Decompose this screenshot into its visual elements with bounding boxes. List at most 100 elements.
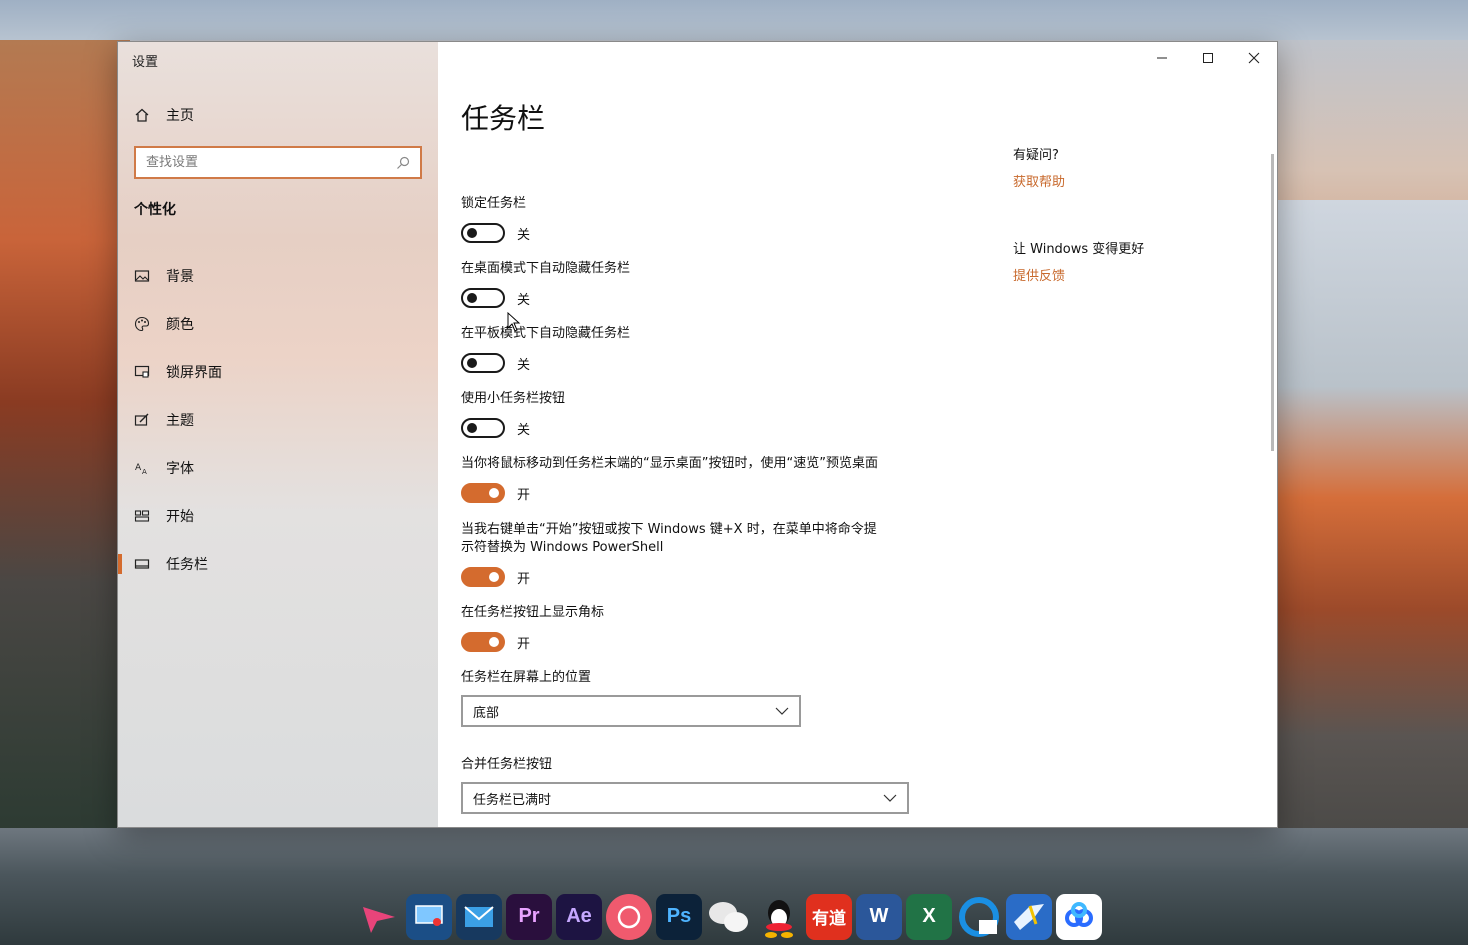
- position-label: 任务栏在屏幕上的位置: [461, 670, 592, 685]
- sidebar-item-start[interactable]: 开始: [118, 492, 438, 540]
- dropdown-value: 任务栏已满时: [473, 792, 552, 808]
- toggle-row-badges: 开: [461, 631, 530, 653]
- get-help-link[interactable]: 获取帮助: [1013, 171, 1065, 190]
- toggle-state-text: 关: [517, 227, 531, 243]
- setting-label-autohide-tablet: 在平板模式下自动隐藏任务栏: [461, 326, 631, 341]
- maximize-button[interactable]: [1185, 42, 1231, 74]
- toggle-peek[interactable]: [461, 483, 505, 503]
- sidebar-item-label: 字体: [166, 461, 194, 477]
- sidebar-item-label: 锁屏界面: [166, 365, 222, 381]
- setting-label-small-buttons: 使用小任务栏按钮: [461, 391, 566, 406]
- toggle-badges[interactable]: [461, 632, 505, 652]
- sidebar-item-label: 背景: [166, 269, 194, 285]
- setting-label-line: 示符替换为 Windows PowerShell: [461, 540, 664, 555]
- toggle-row-peek: 开: [461, 482, 530, 504]
- settings-sidebar: 设置 主页 个性化 背景: [118, 42, 438, 827]
- sidebar-item-label: 颜色: [166, 317, 194, 333]
- app-dock: Pr Ae Ps 有道 W X: [352, 888, 1116, 945]
- toggle-row-lock-taskbar: 关: [461, 222, 530, 244]
- setting-label-powershell: 当我右键单击“开始”按钮或按下 Windows 键+X 时，在菜单中将命令提 示…: [461, 521, 877, 557]
- close-button[interactable]: [1231, 42, 1277, 74]
- home-icon: [135, 108, 149, 122]
- toggle-autohide-desktop[interactable]: [461, 288, 505, 308]
- word-icon[interactable]: W: [856, 893, 902, 940]
- premiere-label: Pr: [518, 905, 540, 927]
- maximize-icon: [1203, 53, 1213, 63]
- meitu-icon[interactable]: [606, 893, 652, 940]
- setting-label-lock-taskbar: 锁定任务栏: [461, 196, 527, 211]
- feedback-link[interactable]: 提供反馈: [1013, 265, 1065, 284]
- palette-icon: [134, 316, 150, 332]
- taskbar-icon: [134, 559, 150, 569]
- sidebar-item-themes[interactable]: 主题: [118, 396, 438, 444]
- browser-icon[interactable]: [956, 894, 1002, 940]
- toggle-state-text: 关: [517, 357, 531, 373]
- svg-text:A: A: [135, 463, 142, 473]
- wechat-icon[interactable]: [706, 894, 752, 940]
- toggle-lock-taskbar[interactable]: [461, 223, 505, 243]
- after-effects-icon[interactable]: Ae: [556, 893, 602, 940]
- dropdown-value: 底部: [473, 705, 500, 721]
- minimize-button[interactable]: [1139, 42, 1185, 74]
- toggle-autohide-tablet[interactable]: [461, 353, 505, 373]
- setting-label-line: 当我右键单击“开始”按钮或按下 Windows 键+X 时，在菜单中将命令提: [461, 522, 877, 537]
- excel-icon[interactable]: X: [906, 893, 952, 940]
- sidebar-item-fonts[interactable]: A A 字体: [118, 444, 438, 492]
- page-title: 任务栏: [461, 102, 546, 135]
- desktop-sky: [0, 0, 1468, 40]
- start-icon: [134, 510, 150, 522]
- desktop-mountain-left: [0, 40, 130, 945]
- toggle-state-text: 关: [517, 422, 531, 438]
- youdao-icon[interactable]: 有道: [806, 893, 852, 940]
- toggle-row-autohide-tablet: 关: [461, 352, 530, 374]
- sidebar-item-label: 开始: [166, 509, 194, 525]
- window-controls: [1139, 42, 1277, 74]
- toggle-state-text: 开: [517, 571, 531, 587]
- settings-window: 设置 主页 个性化 背景: [117, 41, 1278, 828]
- help-question: 有疑问?: [1013, 148, 1059, 163]
- search-box[interactable]: [134, 146, 422, 179]
- section-title: 个性化: [134, 202, 176, 218]
- mouse-cursor-icon: [507, 312, 521, 332]
- image-icon: [134, 270, 150, 282]
- photoshop-icon[interactable]: Ps: [656, 893, 702, 940]
- premiere-icon[interactable]: Pr: [506, 893, 552, 940]
- sidebar-item-background[interactable]: 背景: [118, 252, 438, 300]
- toggle-small-buttons[interactable]: [461, 418, 505, 438]
- lock-screen-icon: [134, 365, 150, 378]
- sidebar-item-colors[interactable]: 颜色: [118, 300, 438, 348]
- home-nav-item[interactable]: 主页: [134, 104, 194, 126]
- sidebar-item-lock-screen[interactable]: 锁屏界面: [118, 348, 438, 396]
- sidebar-item-label: 主题: [166, 413, 194, 429]
- search-input[interactable]: [146, 155, 396, 170]
- theme-icon: [134, 413, 149, 426]
- sidebar-nav: 背景 颜色 锁屏界面 主题 A A 字体 开始 任务栏: [118, 252, 438, 588]
- qq-icon[interactable]: [756, 894, 802, 940]
- feishu-icon[interactable]: [1006, 893, 1052, 940]
- font-icon: A A: [135, 463, 147, 476]
- home-label: 主页: [166, 108, 194, 124]
- youdao-label: 有道: [812, 909, 846, 928]
- toggle-state-text: 关: [517, 292, 531, 308]
- sidebar-item-label: 任务栏: [166, 557, 208, 573]
- mail-app-icon[interactable]: [456, 893, 502, 940]
- minimize-icon: [1157, 57, 1167, 59]
- baidu-netdisk-icon[interactable]: [1056, 893, 1102, 940]
- sidebar-item-taskbar[interactable]: 任务栏: [118, 540, 438, 588]
- chevron-down-icon: [775, 707, 789, 715]
- combine-label: 合并任务栏按钮: [461, 757, 553, 772]
- setting-label-peek: 当你将鼠标移动到任务栏末端的“显示桌面”按钮时，使用“速览”预览桌面: [461, 456, 878, 471]
- chevron-down-icon: [883, 794, 897, 802]
- photoshop-label: Ps: [666, 905, 692, 927]
- window-title: 设置: [132, 55, 159, 70]
- toggle-row-autohide-desktop: 关: [461, 287, 530, 309]
- taskbar-position-dropdown[interactable]: 底部: [461, 695, 801, 727]
- combine-buttons-dropdown[interactable]: 任务栏已满时: [461, 782, 909, 814]
- toggle-powershell[interactable]: [461, 567, 505, 587]
- content-scrollbar[interactable]: [1271, 154, 1274, 451]
- send-app-icon[interactable]: [356, 894, 402, 940]
- search-icon[interactable]: [396, 156, 410, 170]
- screen-recorder-icon[interactable]: [406, 893, 452, 940]
- toggle-state-text: 开: [517, 487, 531, 503]
- toggle-state-text: 开: [517, 636, 531, 652]
